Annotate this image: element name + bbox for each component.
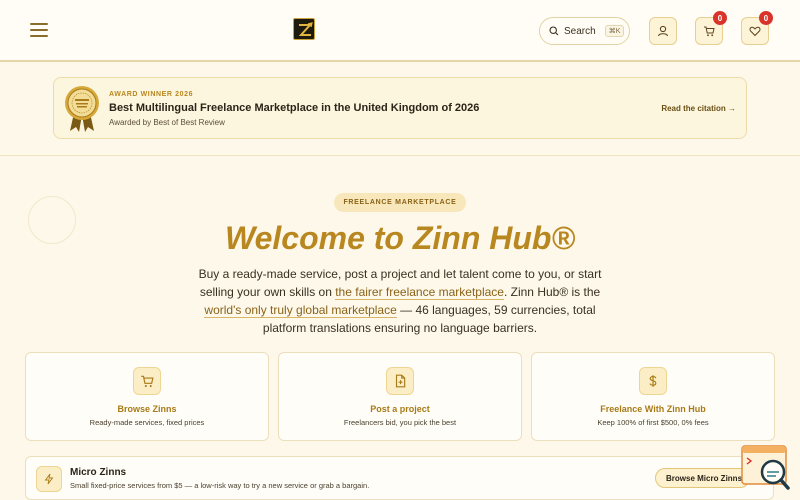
hero-title: Welcome to Zinn Hub® [224, 220, 576, 256]
post-project-card[interactable]: Post a project Freelancers bid, you pick… [278, 352, 522, 441]
micro-zinns-row: Micro Zinns Small fixed-price services f… [25, 456, 774, 500]
card-subtitle: Ready-made services, fixed prices [89, 418, 205, 427]
card-title: Post a project [370, 404, 430, 414]
lightning-icon [36, 466, 62, 492]
award-banner: AWARD WINNER 2026 Best Multilingual Free… [53, 77, 747, 139]
browse-micro-zinns-button[interactable]: Browse Micro Zinns [655, 468, 750, 488]
cart-icon [133, 367, 161, 395]
section-divider [0, 155, 800, 156]
award-kicker: AWARD WINNER 2026 [109, 91, 194, 98]
help-search-widget[interactable] [740, 444, 792, 492]
freelance-card[interactable]: Freelance With Zinn Hub Keep 100% of fir… [531, 352, 775, 441]
card-subtitle: Keep 100% of first $500, 0% fees [597, 418, 709, 427]
hero-description: Buy a ready-made service, post a project… [185, 265, 615, 337]
site-header: Search ⌘K 0 0 [0, 0, 800, 62]
document-icon [386, 367, 414, 395]
menu-icon[interactable] [30, 23, 50, 39]
cart-count-badge: 0 [713, 11, 727, 25]
search-icon [549, 26, 559, 36]
card-subtitle: Freelancers bid, you pick the best [343, 418, 457, 427]
award-seal-icon [65, 86, 99, 132]
dollar-icon [639, 367, 667, 395]
hero-text-part-2: . Zinn Hub® is the [503, 285, 601, 299]
account-button[interactable] [649, 17, 677, 45]
card-title: Freelance With Zinn Hub [600, 404, 706, 414]
wishlist-count-badge: 0 [759, 11, 773, 25]
marketplace-pill: FREELANCE MARKETPLACE [334, 193, 466, 212]
award-title: Best Multilingual Freelance Marketplace … [109, 102, 480, 114]
read-citation-link[interactable]: Read the citation → [661, 104, 736, 113]
cart-button[interactable]: 0 [695, 11, 727, 45]
help-search-icon [741, 445, 790, 490]
user-icon [657, 25, 669, 37]
search-button[interactable]: Search ⌘K [539, 17, 630, 45]
search-label: Search [564, 25, 596, 37]
award-subtitle: Awarded by Best of Best Review [109, 118, 225, 127]
micro-zinns-title: Micro Zinns [70, 467, 127, 478]
browse-zinns-card[interactable]: Browse Zinns Ready-made services, fixed … [25, 352, 269, 441]
micro-zinns-subtitle: Small fixed-price services from $5 — a l… [70, 481, 370, 490]
cart-icon [704, 26, 715, 37]
heart-icon [749, 26, 761, 37]
search-shortcut: ⌘K [604, 25, 625, 37]
card-title: Browse Zinns [117, 404, 177, 414]
zinn-hub-logo[interactable] [293, 18, 315, 40]
wishlist-button[interactable]: 0 [741, 11, 773, 45]
global-marketplace-link[interactable]: world's only truly global marketplace [204, 303, 397, 318]
fairer-marketplace-link[interactable]: the fairer freelance marketplace [335, 285, 504, 300]
